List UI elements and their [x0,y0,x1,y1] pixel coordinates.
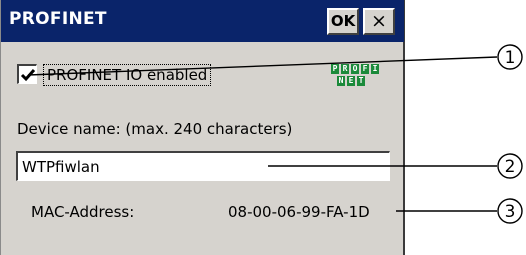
callout-1: 1 [27,44,523,76]
callout-3-number: 3 [505,202,516,222]
callout-3: 3 [396,198,523,224]
callout-2-number: 2 [505,157,516,177]
callout-2: 2 [268,153,523,179]
callout-1-number: 1 [505,48,516,68]
callout-overlay: 1 2 3 [27,44,523,224]
